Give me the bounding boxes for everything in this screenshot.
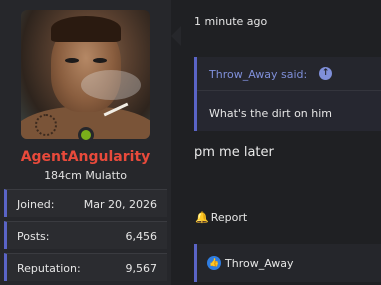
quote-header: Throw_Away said: ↑ xyxy=(197,57,381,91)
stat-reputation: Reputation: 9,567 xyxy=(4,253,167,281)
avatar-hair xyxy=(51,16,121,42)
avatar-smoke xyxy=(81,70,141,100)
online-status-icon xyxy=(78,127,94,143)
arrow-up-circle-icon[interactable]: ↑ xyxy=(319,67,332,80)
stat-posts: Posts: 6,456 xyxy=(4,221,167,249)
stat-label: Joined: xyxy=(17,198,55,211)
stat-value: 9,567 xyxy=(125,262,158,275)
bell-icon: 🔔 xyxy=(195,211,209,224)
post-arrow xyxy=(171,26,181,46)
stat-label: Reputation: xyxy=(17,262,81,275)
user-title: 184cm Mulatto xyxy=(44,169,127,182)
quote-block: Throw_Away said: ↑ What's the dirt on hi… xyxy=(194,57,381,131)
quote-author-link[interactable]: Throw_Away said: xyxy=(209,68,307,81)
user-panel: AgentAngularity 184cm Mulatto Joined: Ma… xyxy=(0,0,171,285)
stat-joined: Joined: Mar 20, 2026 xyxy=(4,189,167,217)
username-link[interactable]: AgentAngularity xyxy=(0,149,171,165)
post-content: 1 minute ago Throw_Away said: ↑ What's t… xyxy=(171,0,381,285)
post-timestamp[interactable]: 1 minute ago xyxy=(194,15,267,28)
thumbs-up-icon: 👍 xyxy=(207,256,221,270)
stat-label: Posts: xyxy=(17,230,50,243)
report-label: Report xyxy=(210,211,248,224)
avatar-tattoo xyxy=(35,114,57,136)
report-button[interactable]: 🔔 Report xyxy=(195,211,247,224)
likes-bar: 👍 Throw_Away xyxy=(194,244,381,282)
likes-names[interactable]: Throw_Away xyxy=(225,257,294,270)
avatar[interactable] xyxy=(21,10,150,139)
stat-value: 6,456 xyxy=(125,230,158,243)
avatar-eye xyxy=(65,58,79,63)
stat-value: Mar 20, 2026 xyxy=(83,198,157,211)
avatar-eye xyxy=(93,58,107,63)
quote-text: What's the dirt on him xyxy=(209,107,333,120)
post-body: pm me later xyxy=(194,145,274,160)
